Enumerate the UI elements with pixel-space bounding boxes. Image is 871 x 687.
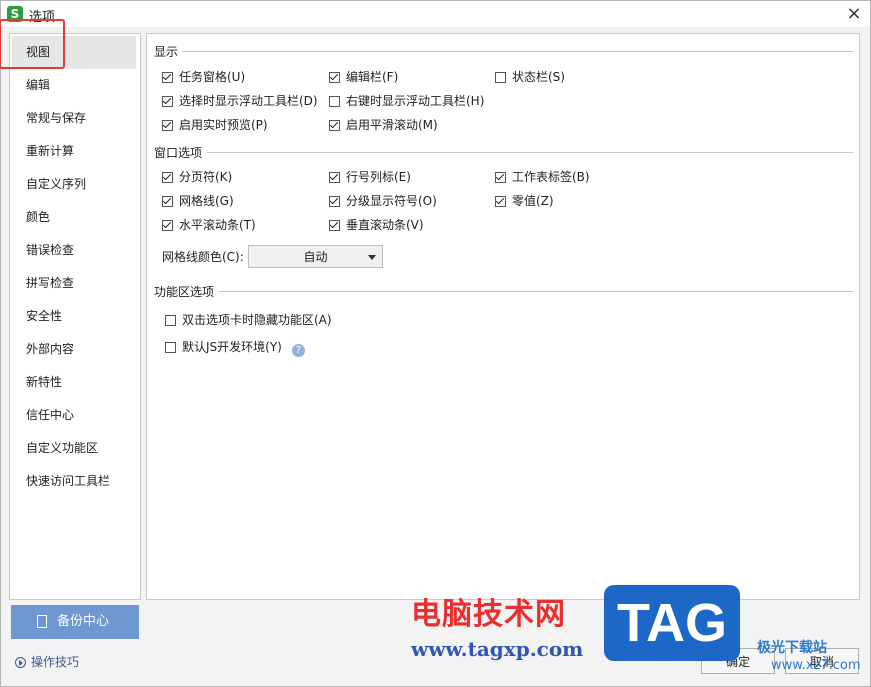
option-page-breaks[interactable]: 分页符(K) bbox=[162, 169, 232, 185]
option-row-col-headers[interactable]: 行号列标(E) bbox=[329, 169, 411, 185]
gridline-color-label: 网格线颜色(C): bbox=[162, 250, 244, 264]
title-bar: S 选项 × bbox=[1, 1, 870, 27]
sidebar-item-spell-check[interactable]: 拼写检查 bbox=[10, 267, 140, 300]
checkbox[interactable] bbox=[495, 172, 506, 183]
help-icon[interactable]: ? bbox=[291, 344, 305, 357]
option-formula-bar[interactable]: 编辑栏(F) bbox=[329, 69, 398, 85]
sidebar-item-error-check[interactable]: 错误检查 bbox=[10, 234, 140, 267]
option-task-pane[interactable]: 任务窗格(U) bbox=[162, 69, 245, 85]
checkbox[interactable] bbox=[329, 96, 340, 107]
ribbon-section-title: 功能区选项 bbox=[154, 285, 215, 299]
option-outline-symbols[interactable]: 分级显示符号(O) bbox=[329, 193, 437, 209]
watermark-site-url: www.xz7.com bbox=[771, 658, 861, 673]
checkbox[interactable] bbox=[162, 72, 173, 83]
option-sheet-tabs[interactable]: 工作表标签(B) bbox=[495, 169, 590, 185]
dropdown-arrow-icon bbox=[368, 255, 376, 260]
close-icon[interactable]: × bbox=[843, 3, 865, 25]
checkbox[interactable] bbox=[495, 72, 506, 83]
checkbox[interactable] bbox=[162, 196, 173, 207]
section-divider bbox=[207, 152, 853, 153]
option-vertical-scrollbar[interactable]: 垂直滚动条(V) bbox=[329, 217, 424, 233]
sidebar-item-recalculate[interactable]: 重新计算 bbox=[10, 135, 140, 168]
sidebar-item-general-save[interactable]: 常规与保存 bbox=[10, 102, 140, 135]
option-zero-values[interactable]: 零值(Z) bbox=[495, 193, 554, 209]
watermark-tag-logo: TAG bbox=[604, 585, 740, 661]
watermark-text: 电脑技术网 bbox=[411, 597, 566, 632]
option-hide-ribbon-on-double-click[interactable]: 双击选项卡时隐藏功能区(A) bbox=[165, 312, 332, 328]
sidebar-item-edit[interactable]: 编辑 bbox=[10, 69, 140, 102]
sidebar-item-color[interactable]: 颜色 bbox=[10, 201, 140, 234]
option-live-preview[interactable]: 启用实时预览(P) bbox=[162, 117, 268, 133]
checkbox[interactable] bbox=[162, 120, 173, 131]
checkbox[interactable] bbox=[162, 172, 173, 183]
display-section-title: 显示 bbox=[154, 45, 179, 59]
tips-link[interactable]: 操作技巧 bbox=[15, 653, 79, 670]
option-status-bar[interactable]: 状态栏(S) bbox=[495, 69, 565, 85]
sidebar-item-customize-ribbon[interactable]: 自定义功能区 bbox=[10, 432, 140, 465]
checkbox[interactable] bbox=[329, 172, 340, 183]
sidebar-item-new-features[interactable]: 新特性 bbox=[10, 366, 140, 399]
checkbox[interactable] bbox=[329, 120, 340, 131]
sidebar-item-security[interactable]: 安全性 bbox=[10, 300, 140, 333]
sidebar: 视图 编辑 常规与保存 重新计算 自定义序列 颜色 错误检查 拼写检查 安全性 … bbox=[9, 33, 141, 600]
gridline-color-select[interactable]: 自动 bbox=[248, 245, 383, 268]
view-settings-panel: 显示 任务窗格(U) 编辑栏(F) 状态栏(S) 选择时显示浮动工具栏(D) 右… bbox=[146, 33, 860, 600]
highlight-box bbox=[0, 19, 65, 69]
checkbox[interactable] bbox=[165, 315, 176, 326]
checkbox[interactable] bbox=[495, 196, 506, 207]
watermark-url: www.tagxp.com bbox=[411, 637, 584, 661]
checkbox[interactable] bbox=[162, 96, 173, 107]
sidebar-item-trust-center[interactable]: 信任中心 bbox=[10, 399, 140, 432]
sidebar-item-quick-access-toolbar[interactable]: 快速访问工具栏 bbox=[10, 465, 140, 498]
option-horizontal-scrollbar[interactable]: 水平滚动条(T) bbox=[162, 217, 256, 233]
checkbox[interactable] bbox=[165, 342, 176, 353]
watermark-site-name: 极光下载站 bbox=[757, 640, 827, 656]
option-gridlines[interactable]: 网格线(G) bbox=[162, 193, 234, 209]
sidebar-item-custom-lists[interactable]: 自定义序列 bbox=[10, 168, 140, 201]
options-dialog: S 选项 × 视图 编辑 常规与保存 重新计算 自定义序列 颜色 错误检查 拼写… bbox=[0, 0, 871, 687]
checkbox[interactable] bbox=[329, 220, 340, 231]
backup-center-button[interactable]: 备份中心 bbox=[11, 605, 139, 639]
play-circle-icon bbox=[15, 657, 26, 668]
document-icon bbox=[37, 615, 47, 628]
option-float-toolbar-select[interactable]: 选择时显示浮动工具栏(D) bbox=[162, 93, 318, 109]
option-smooth-scroll[interactable]: 启用平滑滚动(M) bbox=[329, 117, 438, 133]
option-float-toolbar-rightclick[interactable]: 右键时显示浮动工具栏(H) bbox=[329, 93, 484, 109]
section-divider bbox=[182, 51, 853, 52]
checkbox[interactable] bbox=[162, 220, 173, 231]
checkbox[interactable] bbox=[329, 196, 340, 207]
window-options-section-title: 窗口选项 bbox=[154, 146, 203, 160]
section-divider bbox=[219, 291, 853, 292]
option-default-js-env[interactable]: 默认JS开发环境(Y)? bbox=[165, 339, 305, 357]
checkbox[interactable] bbox=[329, 72, 340, 83]
sidebar-item-external-content[interactable]: 外部内容 bbox=[10, 333, 140, 366]
